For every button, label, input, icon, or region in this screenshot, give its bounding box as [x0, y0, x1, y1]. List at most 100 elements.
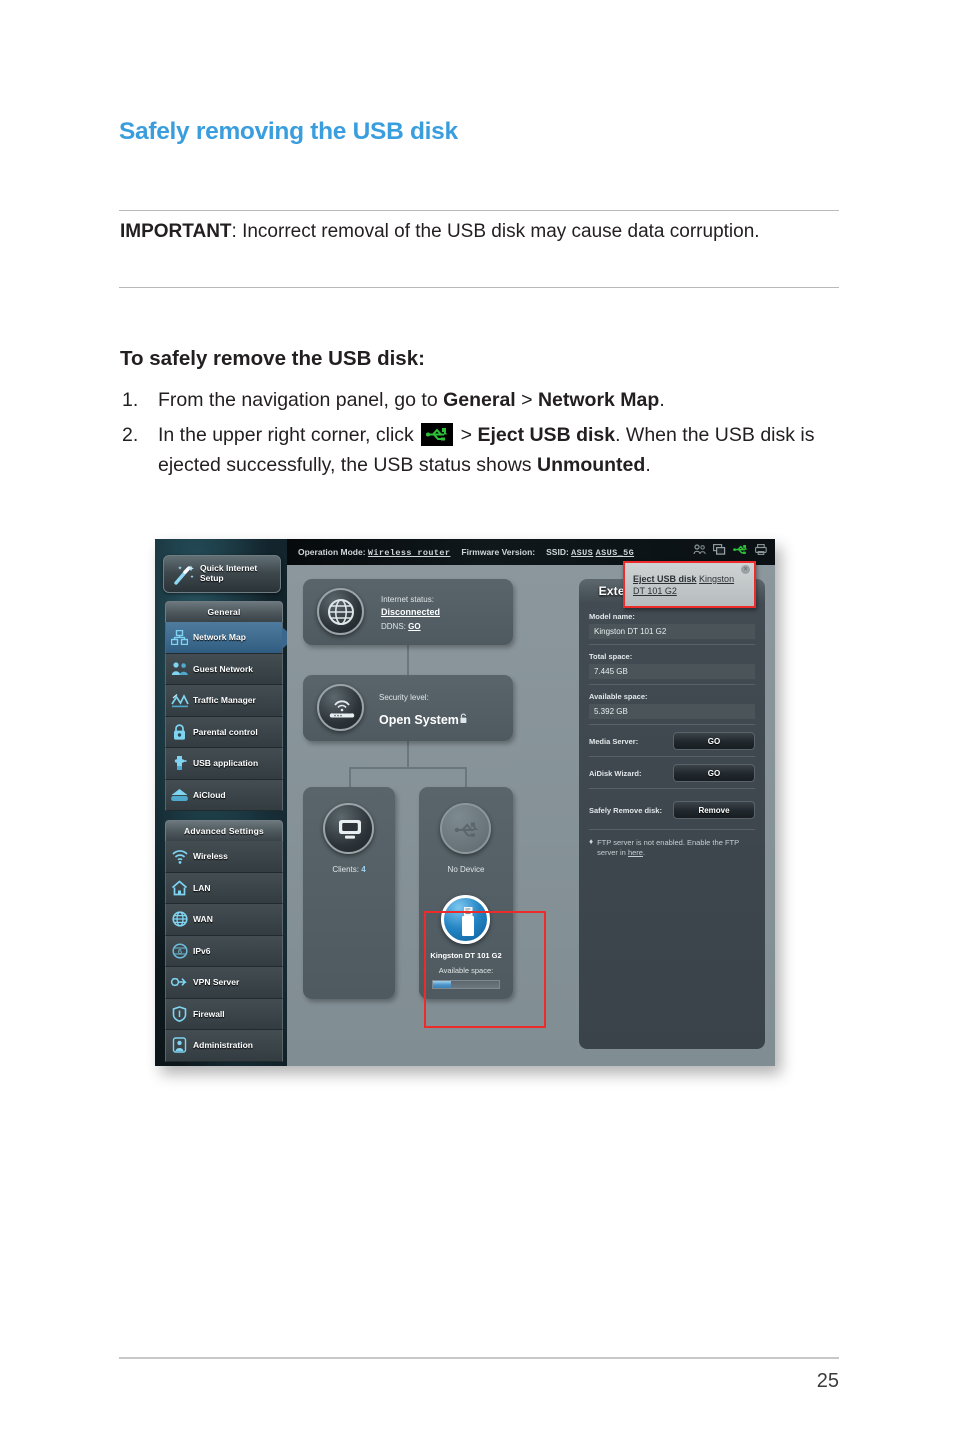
connector — [407, 741, 409, 767]
usb-icon — [421, 423, 454, 447]
firewall-icon — [166, 1005, 193, 1022]
media-server-label: Media Server: — [589, 736, 639, 746]
close-icon[interactable]: × — [741, 565, 750, 574]
ipv6-icon: 6 — [166, 943, 193, 959]
sidebar-item-usb-application[interactable]: USB application — [165, 748, 283, 780]
ddns-go-link[interactable]: GO — [408, 622, 420, 631]
important-label: IMPORTANT — [120, 221, 232, 242]
ftp-note-text: FTP server is not enabled. Enable the FT… — [597, 838, 739, 857]
aidisk-wizard-row: AiDisk Wizard: GO — [589, 764, 755, 782]
guest-network-icon — [166, 661, 193, 676]
divider — [589, 724, 755, 725]
wireless-icon — [166, 849, 193, 864]
guest-users-icon[interactable] — [693, 544, 706, 557]
connector — [349, 767, 351, 789]
list-item: 2. In the upper right corner, click > Ej… — [120, 421, 820, 480]
firmware-version: Firmware Version: — [461, 547, 536, 557]
security-level-label: Security level: — [379, 693, 429, 702]
security-level-card[interactable]: Security level: Open System — [303, 675, 513, 741]
media-server-row: Media Server: GO — [589, 732, 755, 750]
external-usb-disk-status-panel: External USB disk status Model name: Kin… — [579, 579, 765, 1049]
safely-remove-disk-row: Safely Remove disk: Remove — [589, 801, 755, 819]
sidebar-item-label: Wireless — [193, 851, 228, 862]
nav-group-header: Advanced Settings — [165, 820, 283, 841]
eject-usb-disk-tooltip[interactable]: × Eject USB disk Kingston DT 101 G2 — [623, 561, 756, 608]
model-name-label: Model name: — [589, 612, 635, 621]
printer-icon[interactable] — [755, 544, 767, 557]
steps-list: 1. From the navigation panel, go to Gene… — [120, 386, 820, 486]
ddns-label: DDNS: — [381, 622, 406, 631]
page-number: 25 — [816, 1370, 839, 1392]
model-name-value: Kingston DT 101 G2 — [589, 624, 755, 639]
wan-icon — [166, 911, 193, 927]
step-text: From the navigation panel, go to General… — [158, 389, 665, 411]
quick-internet-setup-button[interactable]: Quick Internet Setup — [163, 555, 281, 593]
divider — [589, 644, 755, 645]
client-monitor-icon[interactable] — [713, 544, 726, 557]
sidebar-item-label: VPN Server — [193, 977, 240, 988]
usb-flash-drive-orb[interactable] — [441, 895, 490, 944]
ssid-2[interactable]: ASUS_5G — [596, 548, 635, 558]
sidebar-item-vpn-server[interactable]: VPN Server — [165, 967, 283, 999]
nav-group-general-label: General — [207, 607, 241, 617]
sidebar-item-label: Guest Network — [193, 663, 253, 674]
sidebar-item-guest-network[interactable]: Guest Network — [165, 653, 283, 685]
sidebar-item-traffic-manager[interactable]: Traffic Manager — [165, 685, 283, 717]
total-space-value: 7.445 GB — [589, 664, 755, 679]
ssid-info: SSID: ASUS ASUS_5G — [546, 546, 635, 558]
usb-port-orb — [440, 803, 491, 854]
usb-icon[interactable] — [733, 544, 748, 557]
internet-status-card[interactable]: Internet status: Disconnected DDNS: GO — [303, 579, 513, 645]
router-orb — [317, 684, 364, 731]
sidebar-item-administration[interactable]: Administration — [165, 1030, 283, 1062]
sidebar-item-label: Traffic Manager — [193, 695, 256, 706]
operation-mode-value[interactable]: Wireless router — [368, 548, 451, 558]
sidebar-item-parental-control[interactable]: Parental control — [165, 716, 283, 748]
clients-label: Clients: — [332, 865, 359, 874]
usb-application-icon — [166, 755, 193, 771]
network-map-canvas: Internet status: Disconnected DDNS: GO S… — [287, 565, 775, 1066]
sidebar-item-firewall[interactable]: Firewall — [165, 998, 283, 1030]
sidebar-item-label: Administration — [193, 1040, 253, 1051]
available-space-label: Available space: — [589, 692, 648, 701]
sidebar-item-network-map[interactable]: Network Map — [165, 622, 295, 654]
ftp-note: ♦ FTP server is not enabled. Enable the … — [589, 838, 755, 858]
media-server-go-button[interactable]: GO — [673, 732, 755, 750]
usb-device-card[interactable]: No Device Kingston DT 101 G2 Available s… — [419, 787, 513, 999]
usb-space-progress-bar — [432, 980, 500, 989]
panel-body: Model name: Kingston DT 101 G2 Total spa… — [579, 603, 765, 1049]
internet-status-value: Disconnected — [381, 607, 441, 617]
clients-card[interactable]: Clients: 4 — [303, 787, 395, 999]
topbar-icon-row — [693, 544, 767, 557]
safely-remove-disk-label: Safely Remove disk: — [589, 805, 662, 815]
sidebar-item-label: Network Map — [193, 632, 246, 643]
tooltip-content: Eject USB disk Kingston DT 101 G2 — [633, 573, 747, 597]
divider-bottom — [119, 287, 839, 288]
quick-internet-setup-label: Quick Internet Setup — [200, 563, 258, 583]
security-level-value: Open System — [379, 713, 459, 727]
usb-available-space-label: Available space: — [438, 966, 494, 975]
ftp-here-link[interactable]: here — [628, 848, 643, 857]
aicloud-icon — [166, 787, 193, 802]
aidisk-wizard-go-button[interactable]: GO — [673, 764, 755, 782]
nav-group-advanced-settings: Advanced Settings Wireless LAN WAN 6 IPv… — [165, 820, 283, 1062]
divider — [589, 788, 755, 789]
ssid-1[interactable]: ASUS — [571, 548, 593, 558]
sidebar-item-ipv6[interactable]: 6 IPv6 — [165, 935, 283, 967]
connector — [465, 767, 467, 789]
nav-group-general: General Network Map Guest Network Traffi… — [165, 601, 295, 811]
sidebar-item-label: AiCloud — [193, 789, 226, 800]
sidebar-item-label: WAN — [193, 914, 213, 925]
ddns-row: DDNS: GO — [381, 622, 421, 631]
sidebar-item-aicloud[interactable]: AiCloud — [165, 779, 283, 811]
sidebar-item-wireless[interactable]: Wireless — [165, 841, 283, 873]
vpn-server-icon — [166, 975, 193, 990]
eject-usb-disk-action[interactable]: Eject USB disk — [633, 574, 697, 584]
step-number: 2. — [122, 424, 139, 447]
network-map-icon — [166, 629, 193, 645]
remove-button[interactable]: Remove — [673, 801, 755, 819]
list-item: 1. From the navigation panel, go to Gene… — [120, 386, 820, 415]
sidebar-item-lan[interactable]: LAN — [165, 872, 283, 904]
network-map-tree: Internet status: Disconnected DDNS: GO S… — [297, 579, 569, 1049]
sidebar-item-wan[interactable]: WAN — [165, 904, 283, 936]
